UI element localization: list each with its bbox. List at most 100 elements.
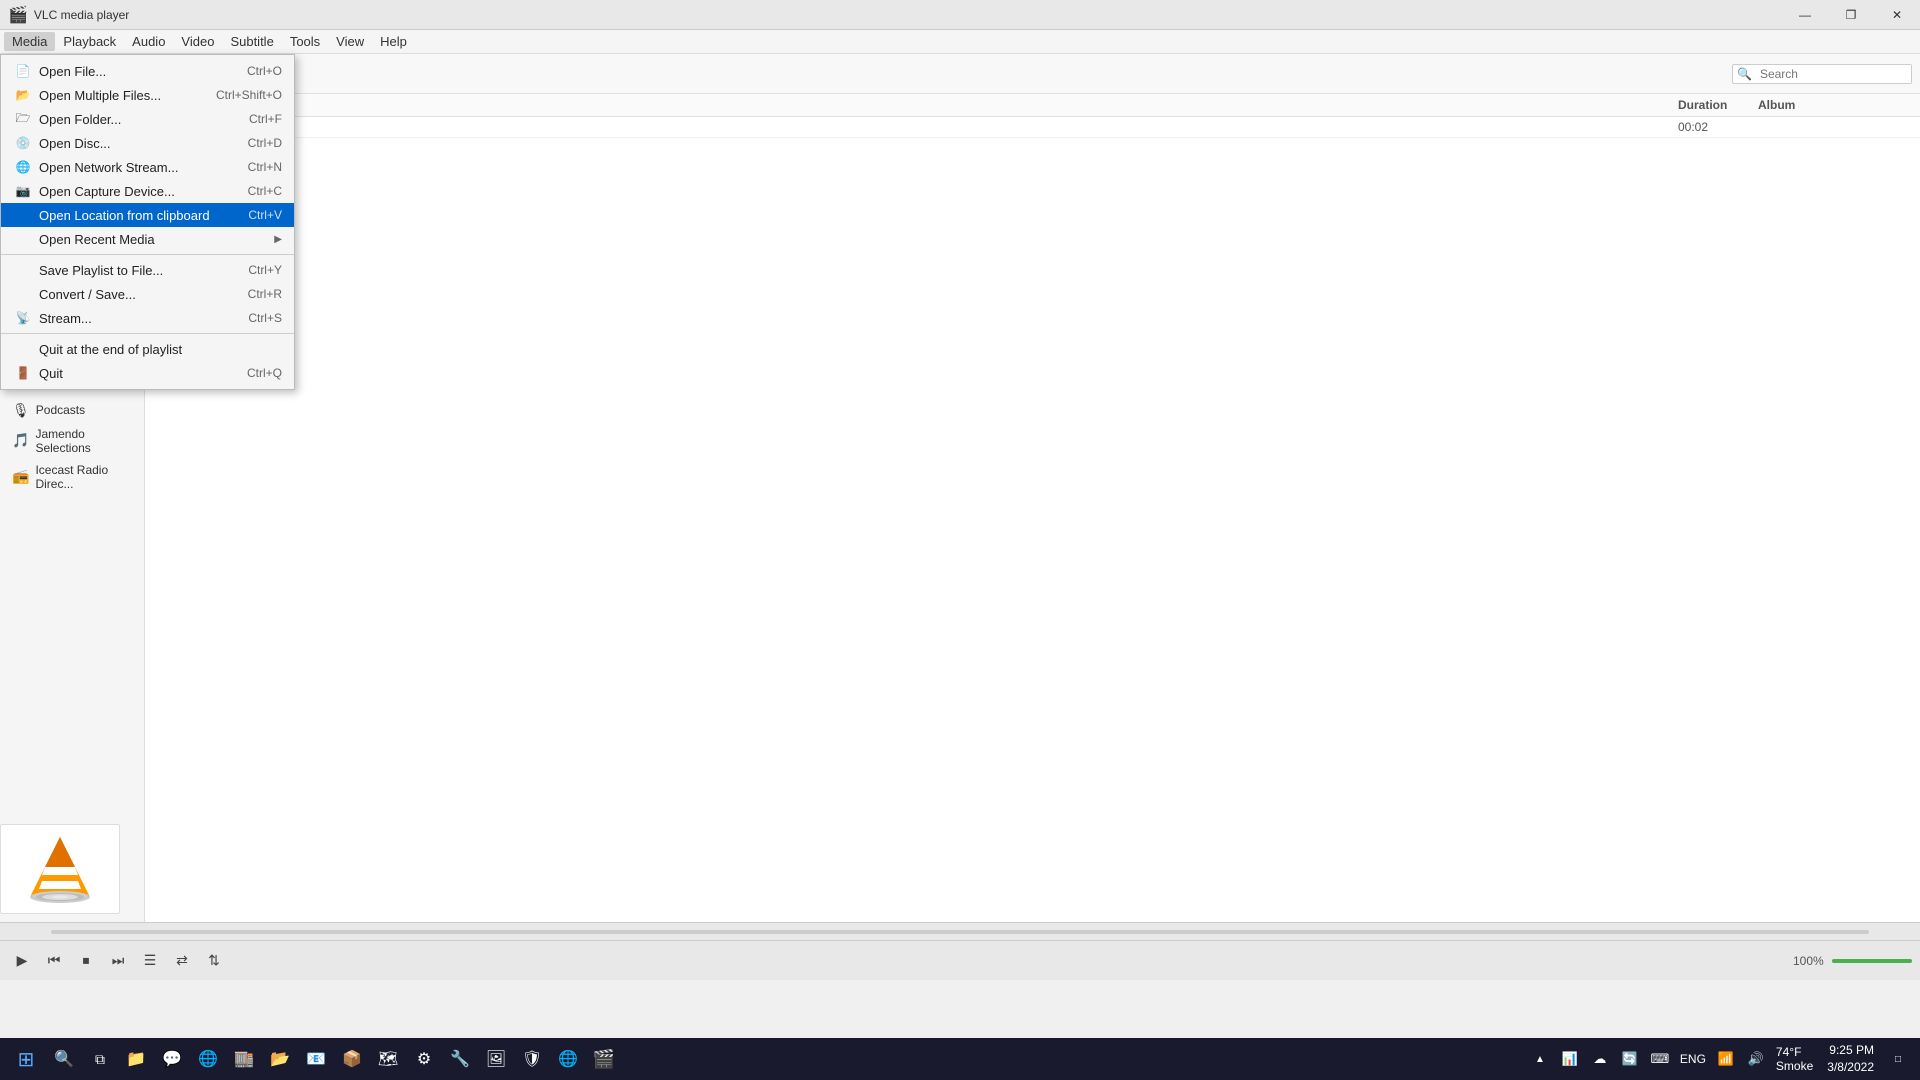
files-taskbar[interactable]: 📂 [264, 1041, 296, 1077]
quit-shortcut: Ctrl+Q [247, 366, 282, 380]
next-button[interactable]: ⏭ [104, 947, 132, 975]
prev-button[interactable]: ⏮ [40, 947, 68, 975]
play-button[interactable]: ▶ [8, 947, 36, 975]
menu-help[interactable]: Help [372, 32, 415, 51]
chat-taskbar[interactable]: 💬 [156, 1041, 188, 1077]
separator-2 [1, 333, 294, 334]
weather-display[interactable]: 74°F Smoke [1772, 1045, 1817, 1073]
taskview-taskbar[interactable]: ⧉ [84, 1041, 116, 1077]
media-dropdown-menu: 📄 Open File... Ctrl+O 📂 Open Multiple Fi… [0, 54, 295, 390]
email-taskbar[interactable]: 📧 [300, 1041, 332, 1077]
menu-media[interactable]: Media [4, 32, 55, 51]
seek-bar-container [0, 922, 1920, 940]
open-folder-shortcut: Ctrl+F [249, 112, 282, 126]
menu-audio[interactable]: Audio [124, 32, 173, 51]
jamendo-label: Jamendo Selections [35, 427, 132, 455]
open-recent-icon [13, 231, 33, 247]
open-capture-shortcut: Ctrl+C [248, 184, 282, 198]
tray-cloud[interactable]: ☁ [1586, 1041, 1614, 1077]
save-playlist-icon [13, 262, 33, 278]
col-header-duration: Duration [1678, 98, 1758, 112]
volume-icon[interactable]: 🔊 [1742, 1041, 1770, 1077]
menu-subtitle[interactable]: Subtitle [222, 32, 281, 51]
store-taskbar[interactable]: 🏬 [228, 1041, 260, 1077]
menu-open-folder[interactable]: 🗁 Open Folder... Ctrl+F [1, 107, 294, 131]
restore-button[interactable]: ❐ [1828, 0, 1874, 30]
open-network-shortcut: Ctrl+N [248, 160, 282, 174]
quit-label: Quit [39, 366, 247, 381]
vlc-taskbar[interactable]: 🎬 [588, 1041, 620, 1077]
menu-open-disc[interactable]: 💿 Open Disc... Ctrl+D [1, 131, 294, 155]
menu-open-network[interactable]: 🌐 Open Network Stream... Ctrl+N [1, 155, 294, 179]
volume-pct: 100% [1793, 954, 1828, 968]
maps-taskbar[interactable]: 🗺 [372, 1041, 404, 1077]
browser-taskbar[interactable]: 🌐 [192, 1041, 224, 1077]
app-icon: 🎬 [8, 5, 28, 25]
clock-time: 9:25 PM [1827, 1042, 1874, 1059]
random-button[interactable]: ⇅ [200, 947, 228, 975]
wifi-icon[interactable]: 📶 [1712, 1041, 1740, 1077]
sidebar-bottom: 🎙 Podcasts 🎵 Jamendo Selections 📻 Icecas… [0, 390, 144, 495]
menu-open-location[interactable]: Open Location from clipboard Ctrl+V [1, 203, 294, 227]
stream-label: Stream... [39, 311, 248, 326]
save-playlist-label: Save Playlist to File... [39, 263, 248, 278]
stop-button[interactable]: ⏹ [72, 947, 100, 975]
menu-open-recent[interactable]: Open Recent Media ▶ [1, 227, 294, 251]
convert-label: Convert / Save... [39, 287, 248, 302]
open-multiple-shortcut: Ctrl+Shift+O [216, 88, 282, 102]
sidebar-item-jamendo[interactable]: 🎵 Jamendo Selections [0, 423, 144, 459]
open-disc-label: Open Disc... [39, 136, 248, 151]
tray-expand[interactable]: ▲ [1526, 1041, 1554, 1077]
temperature: 74°F [1776, 1045, 1813, 1059]
tools-taskbar[interactable]: 🔧 [444, 1041, 476, 1077]
loop-button[interactable]: ⇄ [168, 947, 196, 975]
quit-end-icon [13, 341, 33, 357]
language-indicator: ENG [1676, 1052, 1710, 1066]
tray-kb[interactable]: ⌨ [1646, 1041, 1674, 1077]
security-taskbar[interactable]: 🛡 [516, 1041, 548, 1077]
menu-quit[interactable]: 🚪 Quit Ctrl+Q [1, 361, 294, 385]
search-taskbar[interactable]: 🔍 [48, 1041, 80, 1077]
settings-taskbar[interactable]: ⚙ [408, 1041, 440, 1077]
clock[interactable]: 9:25 PM 3/8/2022 [1819, 1042, 1882, 1076]
open-file-label: Open File... [39, 64, 247, 79]
photos-taskbar[interactable]: 🖼 [480, 1041, 512, 1077]
explorer-taskbar[interactable]: 📁 [120, 1041, 152, 1077]
open-recent-label: Open Recent Media [39, 232, 274, 247]
dropbox-taskbar[interactable]: 📦 [336, 1041, 368, 1077]
open-capture-icon: 📷 [13, 183, 33, 199]
browser2-taskbar[interactable]: 🌐 [552, 1041, 584, 1077]
menu-quit-end[interactable]: Quit at the end of playlist [1, 337, 294, 361]
podcasts-label: Podcasts [36, 403, 85, 417]
menu-bar: Media Playback Audio Video Subtitle Tool… [0, 30, 1920, 54]
minimize-button[interactable]: — [1782, 0, 1828, 30]
convert-shortcut: Ctrl+R [248, 287, 282, 301]
toggle-playlist-button[interactable]: ☰ [136, 947, 164, 975]
search-input[interactable] [1756, 65, 1911, 83]
seek-bar[interactable] [51, 930, 1869, 934]
sidebar-item-podcasts[interactable]: 🎙 Podcasts [0, 398, 144, 423]
notifications-icon[interactable]: □ [1884, 1041, 1912, 1077]
tray-chart[interactable]: 📊 [1556, 1041, 1584, 1077]
weather-condition: Smoke [1776, 1059, 1813, 1073]
menu-playback[interactable]: Playback [55, 32, 124, 51]
menu-convert[interactable]: Convert / Save... Ctrl+R [1, 282, 294, 306]
close-button[interactable]: ✕ [1874, 0, 1920, 30]
menu-video[interactable]: Video [173, 32, 222, 51]
menu-save-playlist[interactable]: Save Playlist to File... Ctrl+Y [1, 258, 294, 282]
tray-sync[interactable]: 🔄 [1616, 1041, 1644, 1077]
volume-bar[interactable] [1832, 959, 1912, 963]
menu-tools[interactable]: Tools [282, 32, 328, 51]
menu-open-multiple[interactable]: 📂 Open Multiple Files... Ctrl+Shift+O [1, 83, 294, 107]
open-location-label: Open Location from clipboard [39, 208, 248, 223]
save-playlist-shortcut: Ctrl+Y [248, 263, 282, 277]
sidebar-item-icecast[interactable]: 📻 Icecast Radio Direc... [0, 459, 144, 495]
playlist-row[interactable]: 00:02 [145, 117, 1920, 138]
system-tray: ▲ 📊 ☁ 🔄 ⌨ ENG 📶 🔊 74°F Smoke 9:25 PM 3/8… [1526, 1041, 1912, 1077]
menu-open-capture[interactable]: 📷 Open Capture Device... Ctrl+C [1, 179, 294, 203]
start-button[interactable]: ⊞ [8, 1041, 44, 1077]
menu-view[interactable]: View [328, 32, 372, 51]
open-network-icon: 🌐 [13, 159, 33, 175]
menu-stream[interactable]: 📡 Stream... Ctrl+S [1, 306, 294, 330]
menu-open-file[interactable]: 📄 Open File... Ctrl+O [1, 59, 294, 83]
